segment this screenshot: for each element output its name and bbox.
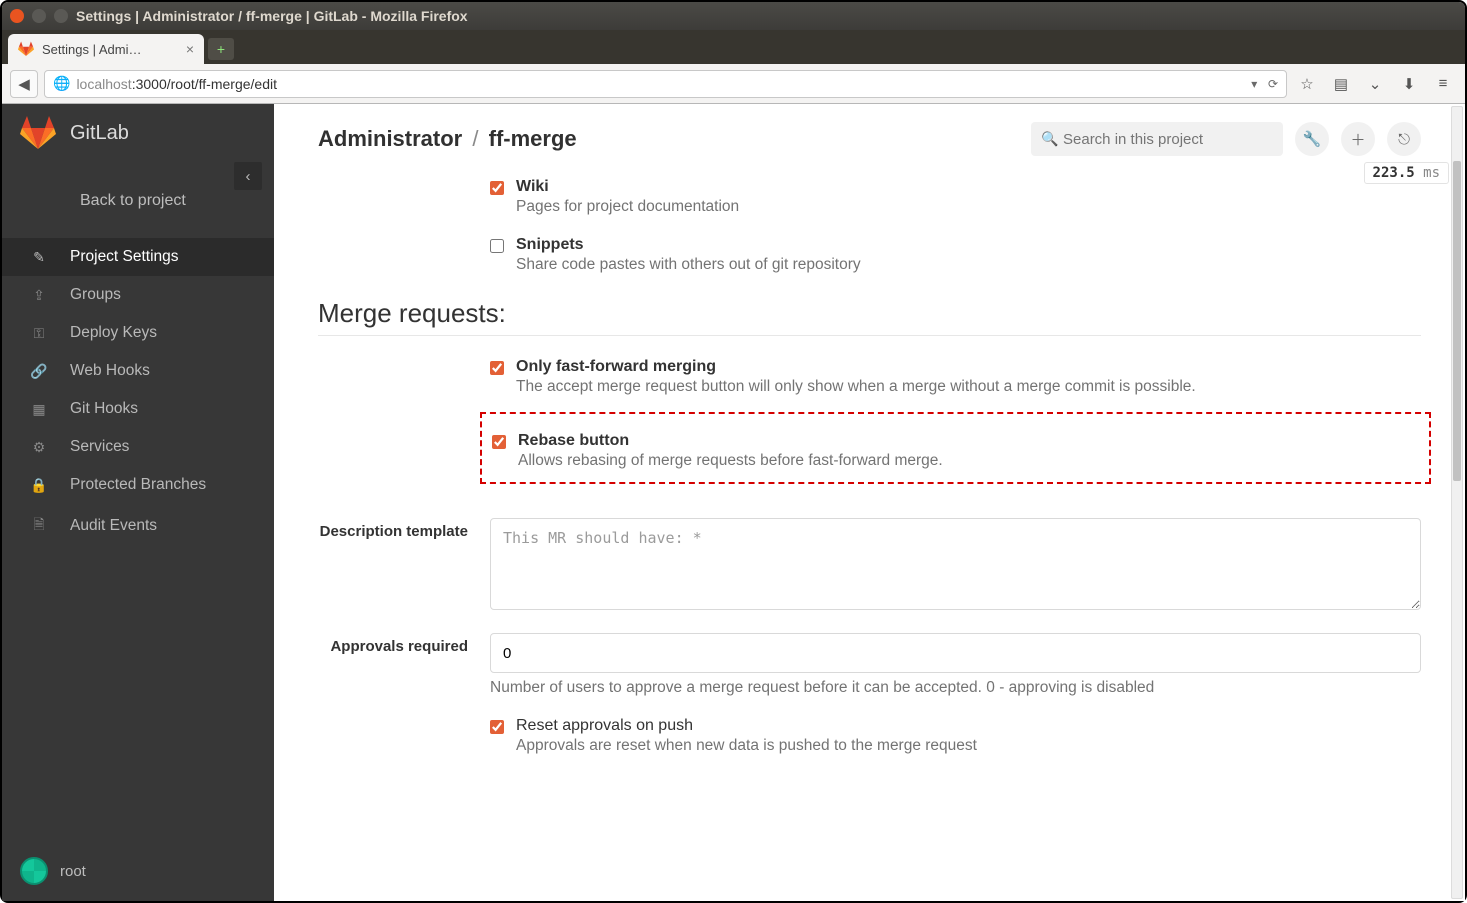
git-icon: ▦ [30, 401, 48, 418]
approvals-required-input[interactable] [490, 633, 1421, 673]
rebase-label: Rebase button [518, 432, 943, 450]
share-icon: ⇪ [30, 287, 48, 304]
breadcrumb-owner[interactable]: Administrator [318, 126, 462, 151]
description-template-label: Description template [318, 518, 468, 613]
ff-only-label: Only fast-forward merging [516, 358, 1196, 376]
approvals-required-label: Approvals required [318, 633, 468, 697]
scrollbar-thumb[interactable] [1453, 161, 1461, 481]
url-path: :3000/root/ff-merge/edit [132, 76, 277, 92]
sidebar-item-project-settings[interactable]: ✎ Project Settings [2, 238, 274, 276]
cogs-icon: ⚙ [30, 439, 48, 456]
browser-toolbar: ◀ 🌐 localhost:3000/root/ff-merge/edit ▾ … [2, 64, 1465, 104]
breadcrumb-separator: / [472, 126, 478, 151]
key-icon: ⚿ [30, 325, 48, 342]
wiki-help: Pages for project documentation [516, 198, 739, 216]
project-search-input[interactable] [1031, 122, 1283, 156]
wrench-icon: 🔧 [1303, 130, 1322, 148]
main-content: Administrator / ff-merge 🔍 🔧 ＋ ⎋ 223.5 m… [274, 104, 1465, 901]
sidebar-item-label: Audit Events [70, 517, 157, 535]
sidebar-collapse-button[interactable]: ‹ [234, 162, 262, 190]
performance-badge: 223.5 ms [1364, 162, 1449, 184]
sidebar-item-git-hooks[interactable]: ▦ Git Hooks [2, 390, 274, 428]
back-button[interactable]: ◀ [10, 70, 38, 98]
gitlab-favicon-icon [18, 41, 34, 57]
sidebar-item-label: Groups [70, 286, 121, 304]
sidebar-item-label: Services [70, 438, 129, 456]
timing-value: 223.5 [1373, 165, 1415, 181]
breadcrumb-project[interactable]: ff-merge [489, 126, 577, 151]
sidebar-item-protected-branches[interactable]: 🔒 Protected Branches [2, 466, 274, 504]
browser-tab-title: Settings | Admi… [42, 42, 141, 57]
new-entity-button[interactable]: ＋ [1341, 122, 1375, 156]
sign-out-button[interactable]: ⎋ [1387, 122, 1421, 156]
snippets-help: Share code pastes with others out of git… [516, 256, 861, 274]
sidebar-item-web-hooks[interactable]: 🔗 Web Hooks [2, 352, 274, 390]
window-title: Settings | Administrator / ff-merge | Gi… [76, 8, 468, 24]
breadcrumb: Administrator / ff-merge [318, 126, 577, 152]
hamburger-menu-icon[interactable]: ≡ [1429, 70, 1457, 98]
wiki-label: Wiki [516, 178, 739, 196]
avatar-icon [20, 857, 48, 885]
sidebar-item-deploy-keys[interactable]: ⚿ Deploy Keys [2, 314, 274, 352]
rebase-highlight: Rebase button Allows rebasing of merge r… [480, 412, 1431, 484]
sidebar: GitLab ‹ Back to project ✎Project Settin… [2, 104, 274, 901]
window-close-icon[interactable] [10, 9, 24, 23]
plus-icon: ＋ [1350, 129, 1365, 150]
wiki-checkbox[interactable] [490, 181, 504, 195]
approvals-help: Number of users to approve a merge reque… [490, 679, 1421, 697]
brand-name: GitLab [70, 122, 129, 145]
page-scrollbar[interactable] [1451, 106, 1463, 899]
reset-approvals-label: Reset approvals on push [516, 717, 977, 735]
pencil-icon: ✎ [30, 249, 48, 266]
plus-icon: + [217, 41, 225, 57]
bookmark-star-icon[interactable]: ☆ [1293, 70, 1321, 98]
url-bar[interactable]: 🌐 localhost:3000/root/ff-merge/edit ▾ ⟳ [44, 70, 1287, 98]
sidebar-item-audit-events[interactable]: 🗎 Audit Events [2, 504, 274, 548]
rebase-checkbox[interactable] [492, 435, 506, 449]
username: root [60, 863, 86, 880]
browser-tab[interactable]: Settings | Admi… × [8, 34, 204, 64]
globe-icon: 🌐 [53, 75, 70, 92]
new-tab-button[interactable]: + [208, 38, 234, 60]
sidebar-item-label: Git Hooks [70, 400, 138, 418]
file-icon: 🗎 [30, 514, 48, 538]
reset-approvals-help: Approvals are reset when new data is pus… [516, 737, 977, 755]
reset-approvals-checkbox[interactable] [490, 720, 504, 734]
sidebar-item-label: Protected Branches [70, 476, 206, 494]
gitlab-logo-icon [20, 115, 56, 151]
sidebar-item-label: Deploy Keys [70, 324, 157, 342]
reload-dropdown[interactable]: ▾ ⟳ [1251, 77, 1278, 91]
snippets-checkbox[interactable] [490, 239, 504, 253]
os-titlebar: Settings | Administrator / ff-merge | Gi… [2, 2, 1465, 30]
downloads-icon[interactable]: ⬇ [1395, 70, 1423, 98]
description-template-textarea[interactable] [490, 518, 1421, 610]
rebase-help: Allows rebasing of merge requests before… [518, 452, 943, 470]
sidebar-item-label: Project Settings [70, 248, 179, 266]
browser-tabstrip: Settings | Admi… × + [2, 30, 1465, 64]
reading-list-icon[interactable]: ▤ [1327, 70, 1355, 98]
sidebar-item-label: Web Hooks [70, 362, 150, 380]
sidebar-item-groups[interactable]: ⇪ Groups [2, 276, 274, 314]
tab-close-icon[interactable]: × [186, 41, 194, 57]
sidebar-user[interactable]: root [2, 841, 274, 901]
pocket-icon[interactable]: ⌄ [1361, 70, 1389, 98]
sign-out-icon: ⎋ [1398, 131, 1410, 148]
window-maximize-icon[interactable] [54, 9, 68, 23]
timing-unit: ms [1423, 165, 1440, 181]
ff-only-help: The accept merge request button will onl… [516, 378, 1196, 396]
ff-only-checkbox[interactable] [490, 361, 504, 375]
lock-icon: 🔒 [30, 477, 48, 494]
admin-wrench-button[interactable]: 🔧 [1295, 122, 1329, 156]
sidebar-item-services[interactable]: ⚙ Services [2, 428, 274, 466]
search-icon: 🔍 [1041, 131, 1058, 148]
snippets-label: Snippets [516, 236, 861, 254]
merge-requests-heading: Merge requests: [318, 298, 1421, 336]
reload-icon[interactable]: ⟳ [1268, 77, 1278, 91]
window-minimize-icon[interactable] [32, 9, 46, 23]
url-host: localhost [76, 76, 131, 92]
link-icon: 🔗 [30, 363, 48, 380]
